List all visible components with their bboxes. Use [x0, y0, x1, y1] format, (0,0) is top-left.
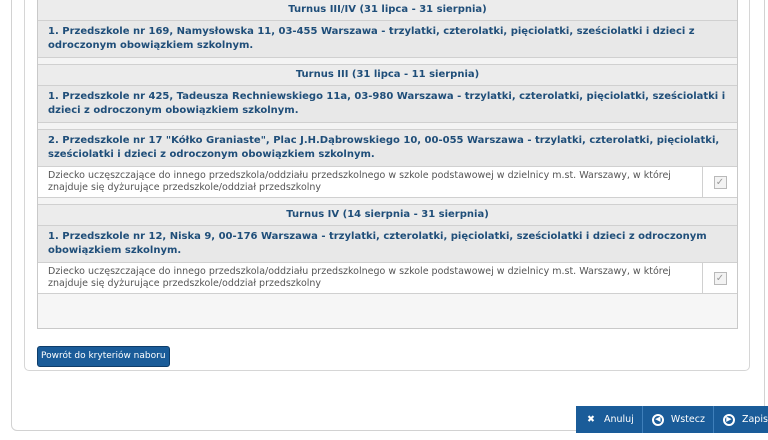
arrow-right-icon: ▶: [722, 413, 736, 427]
close-icon: ✖: [587, 414, 595, 425]
turnus-header: Turnus IV (14 sierpnia - 31 sierpnia): [38, 205, 737, 226]
action-bar: ✖ Anuluj ◀ Wstecz ▶ Zapisz: [576, 406, 768, 433]
back-label: Wstecz: [670, 414, 705, 425]
criterion-checkbox[interactable]: ✓: [713, 271, 727, 285]
school-row: 1. Przedszkole nr 12, Niska 9, 00-176 Wa…: [38, 226, 737, 263]
back-to-criteria-button[interactable]: Powrót do kryteriów naboru: [37, 346, 170, 367]
back-button[interactable]: ◀ Wstecz: [641, 406, 713, 433]
section-gap: [38, 198, 737, 205]
school-row: 2. Przedszkole nr 17 "Kółko Graniaste", …: [38, 130, 737, 167]
arrow-left-icon: ◀: [651, 413, 665, 427]
cancel-label: Anuluj: [604, 414, 634, 425]
criterion-label: Dziecko uczęszczające do innego przedszk…: [38, 167, 703, 197]
save-label: Zapisz: [741, 414, 768, 425]
criterion-checkbox[interactable]: ✓: [713, 175, 727, 189]
cancel-button[interactable]: ✖ Anuluj: [576, 406, 642, 433]
criterion-row: Dziecko uczęszczające do innego przedszk…: [38, 167, 737, 198]
school-row: 1. Przedszkole nr 169, Namysłowska 11, 0…: [38, 21, 737, 58]
turnus-table: Turnus III/IV (31 lipca - 31 sierpnia) 1…: [37, 0, 738, 329]
criterion-cell: ✓: [703, 175, 737, 189]
school-row: 1. Przedszkole nr 425, Tadeusza Rechniew…: [38, 86, 737, 123]
section-gap: [38, 123, 737, 130]
criterion-row: Dziecko uczęszczające do innego przedszk…: [38, 263, 737, 294]
save-button[interactable]: ▶ Zapisz: [712, 406, 768, 433]
turnus-header: Turnus III/IV (31 lipca - 31 sierpnia): [38, 0, 737, 21]
turnus-header: Turnus III (31 lipca - 11 sierpnia): [38, 65, 737, 86]
section-gap: [38, 58, 737, 65]
criterion-cell: ✓: [703, 271, 737, 285]
criterion-label: Dziecko uczęszczające do innego przedszk…: [38, 263, 703, 293]
